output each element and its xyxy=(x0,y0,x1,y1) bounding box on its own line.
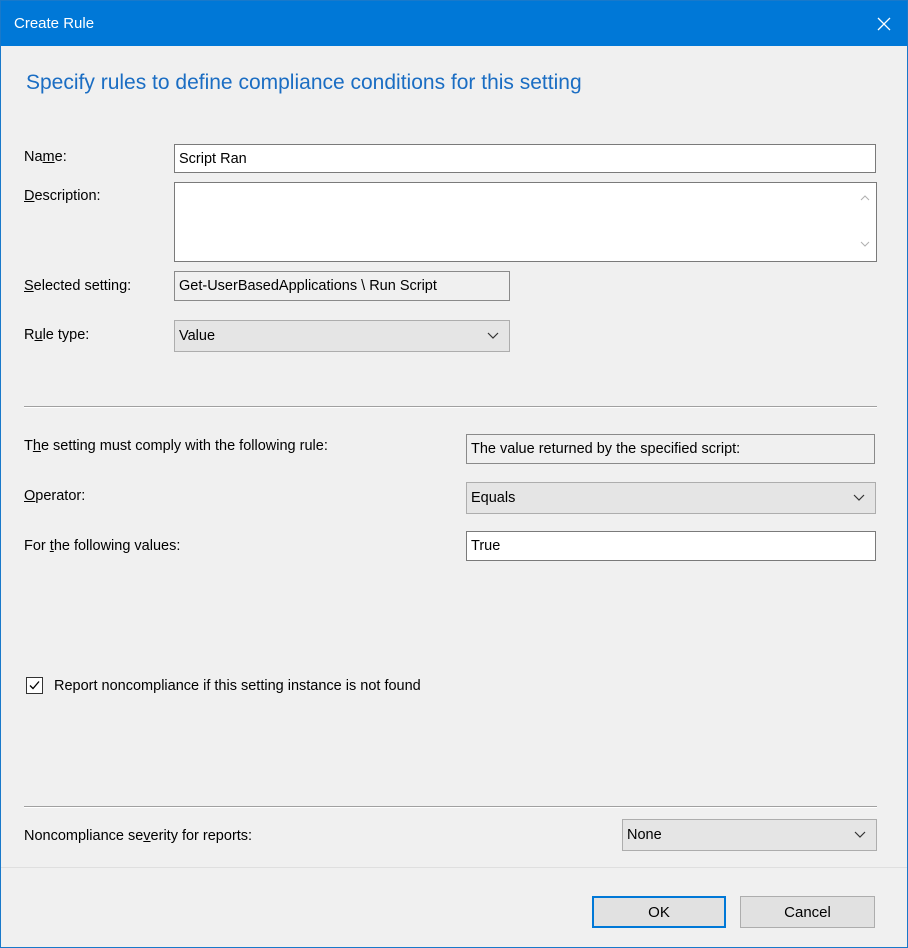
values-input[interactable]: True xyxy=(466,531,876,561)
chevron-down-icon xyxy=(853,494,865,501)
selected-setting-field: Get-UserBasedApplications \ Run Script xyxy=(174,271,510,301)
name-input[interactable]: Script Ran xyxy=(174,144,876,173)
title-bar[interactable]: Create Rule xyxy=(1,1,907,46)
create-rule-dialog: Create Rule Specify rules to define comp… xyxy=(0,0,908,948)
severity-divider xyxy=(24,806,877,808)
ok-button[interactable]: OK xyxy=(592,896,726,928)
severity-dropdown[interactable]: None xyxy=(622,819,877,851)
rule-type-label: Rule type: xyxy=(24,327,90,343)
severity-label: Noncompliance severity for reports: xyxy=(24,828,253,844)
values-label: For the following values: xyxy=(24,538,181,554)
close-button[interactable] xyxy=(861,1,907,46)
name-input-value: Script Ran xyxy=(179,150,247,167)
close-icon xyxy=(877,17,891,30)
window-title: Create Rule xyxy=(14,15,95,32)
values-input-value: True xyxy=(471,538,501,554)
report-noncompliance-checkbox[interactable] xyxy=(26,677,43,694)
checkmark-icon xyxy=(29,681,40,690)
report-noncompliance-label[interactable]: Report noncompliance if this setting ins… xyxy=(54,678,421,694)
chevron-down-icon xyxy=(854,831,866,838)
cancel-button[interactable]: Cancel xyxy=(740,896,875,928)
dialog-content: Specify rules to define compliance condi… xyxy=(1,46,907,866)
severity-value: None xyxy=(627,827,662,843)
chevron-down-icon xyxy=(487,332,499,339)
footer-separator xyxy=(1,867,907,868)
rule-type-dropdown[interactable]: Value xyxy=(174,320,510,352)
page-title: Specify rules to define compliance condi… xyxy=(26,71,582,94)
description-textarea[interactable] xyxy=(174,182,877,262)
name-label: Name: xyxy=(24,149,67,165)
selected-setting-value: Get-UserBasedApplications \ Run Script xyxy=(179,278,437,294)
operator-dropdown[interactable]: Equals xyxy=(466,482,876,514)
comply-rule-label: The setting must comply with the followi… xyxy=(24,438,328,454)
operator-label: Operator: xyxy=(24,488,86,504)
scroll-up-icon[interactable] xyxy=(860,193,870,203)
section-divider xyxy=(24,406,877,408)
scroll-down-icon[interactable] xyxy=(860,239,870,249)
comply-rule-field: The value returned by the specified scri… xyxy=(466,434,875,464)
description-label: Description: xyxy=(24,188,101,204)
selected-setting-label: Selected setting: xyxy=(24,278,132,294)
operator-value: Equals xyxy=(471,490,516,506)
comply-rule-value: The value returned by the specified scri… xyxy=(471,441,741,457)
rule-type-value: Value xyxy=(179,328,216,344)
